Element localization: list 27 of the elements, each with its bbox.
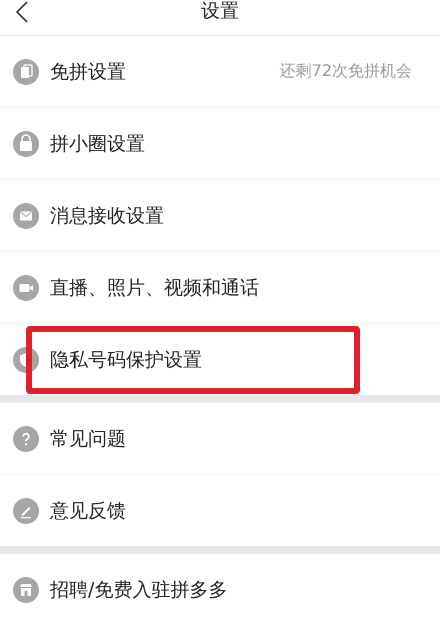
settings-item[interactable]: 免拼设置 还剩72次免拼机会 (0, 36, 440, 108)
settings-item[interactable]: 直播、照片、视频和通话 (0, 252, 440, 324)
settings-item[interactable]: 拼小圈设置 (0, 108, 440, 180)
lock-icon (13, 130, 39, 156)
card-icon (13, 58, 39, 84)
back-icon[interactable] (15, 0, 29, 24)
item-label: 免拼设置 (50, 60, 126, 84)
item-hint: 还剩72次免拼机会 (280, 61, 412, 82)
item-label: 拼小圈设置 (50, 132, 145, 156)
item-label: 意见反馈 (50, 498, 126, 524)
settings-item[interactable]: 常见问题 (0, 403, 440, 475)
shop-icon (13, 576, 39, 602)
mail-icon (13, 202, 39, 228)
item-label: 隐私号码保护设置 (50, 348, 202, 372)
pencil-icon (13, 498, 39, 524)
settings-item[interactable]: 消息接收设置 (0, 180, 440, 252)
item-label: 直播、照片、视频和通话 (50, 276, 259, 300)
settings-item[interactable]: 隐私号码保护设置 (0, 324, 440, 395)
settings-item[interactable]: 招聘/免费入驻拼多多 (0, 554, 440, 625)
item-label: 消息接收设置 (50, 204, 164, 228)
item-label: 招聘/免费入驻拼多多 (50, 578, 228, 602)
item-label: 常见问题 (50, 426, 126, 452)
video-camera-icon (13, 274, 39, 300)
settings-item[interactable]: 意见反馈 (0, 475, 440, 546)
help-icon (13, 426, 39, 452)
shield-icon (13, 346, 39, 372)
page-title: 设置 (201, 0, 239, 24)
